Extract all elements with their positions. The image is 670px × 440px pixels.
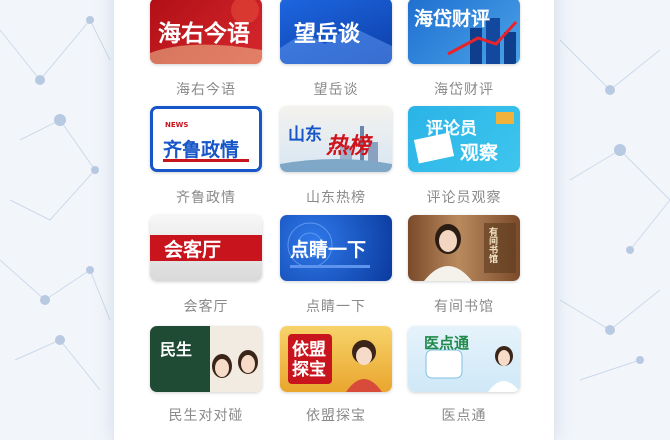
caption-wangyue[interactable]: 望岳谈: [271, 79, 401, 99]
tile-shandong[interactable]: 山东 热榜: [280, 106, 392, 172]
tile-huike[interactable]: 会客厅: [150, 215, 262, 281]
caption-pinglun[interactable]: 评论员观察: [399, 187, 529, 207]
tile-pinglun-title-b: 观察: [460, 142, 499, 164]
tile-haiyou-title: 海右今语: [158, 20, 250, 47]
tile-youjian[interactable]: 有间书馆: [408, 215, 520, 281]
tile-minsheng[interactable]: 民生: [150, 326, 262, 392]
tile-qilu[interactable]: NEWS 齐鲁政情: [150, 106, 262, 172]
caption-yimeng[interactable]: 依盟探宝: [271, 405, 401, 425]
tile-yidian[interactable]: 医点通: [408, 326, 520, 392]
tile-shandong-title-b: 热榜: [326, 133, 371, 159]
tile-huike-title: 会客厅: [164, 239, 222, 261]
caption-qilu[interactable]: 齐鲁政情: [141, 187, 271, 207]
tile-yimeng-title: 依盟探宝: [292, 340, 326, 380]
caption-huike[interactable]: 会客厅: [141, 296, 271, 316]
tile-wangyue-title: 望岳谈: [294, 21, 361, 47]
tile-qilu-title: 齐鲁政情: [163, 139, 240, 161]
tile-haidai-title: 海岱财评: [414, 8, 491, 30]
tile-dianjing[interactable]: 点睛一下: [280, 215, 392, 281]
tile-yidian-title: 医点通: [424, 334, 470, 352]
caption-haiyou[interactable]: 海右今语: [141, 79, 271, 99]
tile-pinglun-title-a: 评论员: [426, 119, 477, 139]
tile-shandong-title-a: 山东: [288, 125, 322, 145]
caption-dianjing[interactable]: 点睛一下: [271, 296, 401, 316]
tile-youjian-art: [424, 223, 516, 281]
tile-haidai[interactable]: 海岱财评: [408, 0, 520, 64]
tile-yimeng[interactable]: 依盟探宝: [280, 326, 392, 392]
tile-pinglun[interactable]: 评论员 观察: [408, 106, 520, 172]
tile-youjian-title: 有间书馆: [487, 227, 497, 263]
tile-minsheng-title: 民生: [160, 340, 193, 359]
program-grid: 海右今语 海右今语 望岳谈 望岳谈 海岱财评 海岱财评 NEWS 齐鲁政情 齐鲁…: [0, 0, 670, 424]
caption-yidian[interactable]: 医点通: [399, 405, 529, 425]
caption-haidai[interactable]: 海岱财评: [399, 79, 529, 99]
caption-shandong[interactable]: 山东热榜: [271, 187, 401, 207]
caption-minsheng[interactable]: 民生对对碰: [141, 405, 271, 425]
tile-dianjing-title: 点睛一下: [290, 239, 367, 261]
tile-haiyou[interactable]: 海右今语: [150, 0, 262, 64]
tile-qilu-underline: [163, 159, 249, 162]
tile-qilu-sub: NEWS: [165, 121, 189, 129]
tile-wangyue[interactable]: 望岳谈: [280, 0, 392, 64]
caption-youjian[interactable]: 有间书馆: [399, 296, 529, 316]
